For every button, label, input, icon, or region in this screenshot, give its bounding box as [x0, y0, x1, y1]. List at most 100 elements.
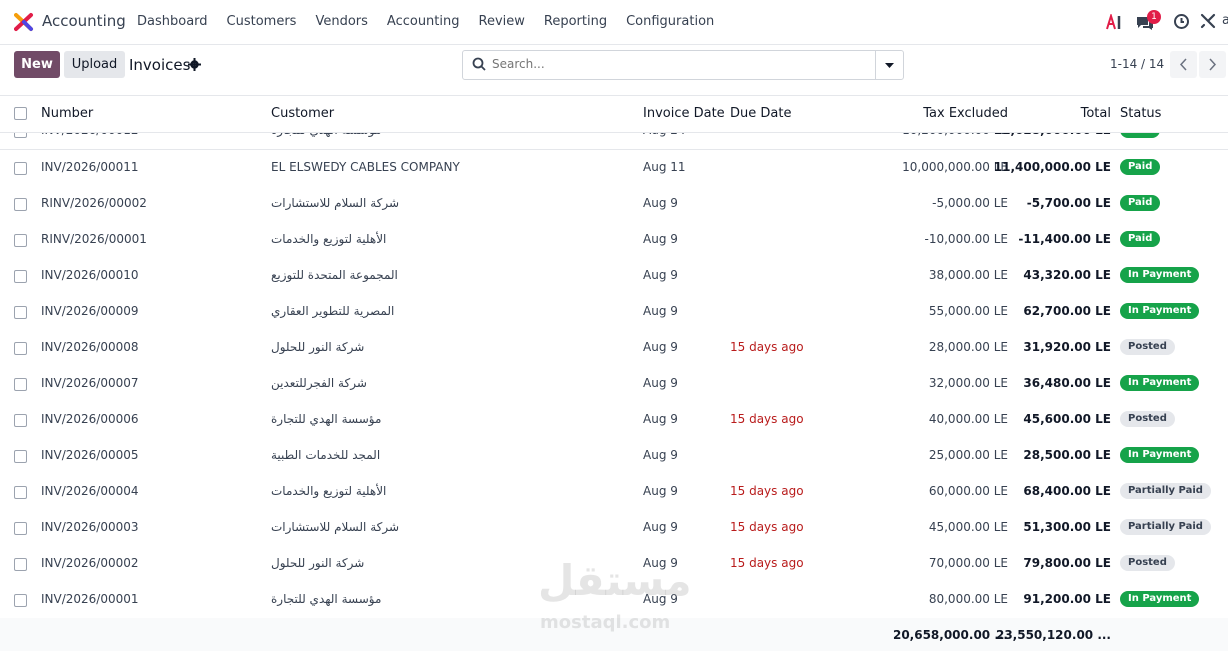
tax-excluded-amount: 10,000,000.00 LE — [902, 160, 1008, 174]
tax-excluded-amount: -5,000.00 LE — [932, 196, 1008, 210]
due-date: 15 days ago — [730, 556, 804, 570]
invoice-date: Aug 9 — [643, 448, 678, 462]
status-badge: In Payment — [1120, 267, 1200, 283]
customer-name: المجموعة المتحدة للتوزيع — [271, 268, 398, 282]
message-count-badge: 1 — [1147, 10, 1161, 24]
column-status[interactable]: Status — [1120, 106, 1161, 121]
invoice-date: Aug 11 — [643, 160, 686, 174]
total-amount: 62,700.00 LE — [1023, 304, 1111, 318]
ai-icon[interactable] — [1106, 14, 1124, 30]
invoice-date: Aug 9 — [643, 196, 678, 210]
invoice-date: Aug 9 — [643, 484, 678, 498]
invoice-number: INV/2026/00011 — [41, 160, 139, 174]
status-badge: Paid — [1120, 159, 1161, 175]
column-total[interactable]: Total — [1081, 106, 1111, 121]
invoice-number: INV/2026/00004 — [41, 484, 139, 498]
total-amount: 28,500.00 LE — [1023, 448, 1111, 462]
table-row[interactable]: INV/2026/00008 شركة النور للحلول Aug 9 15 d… — [0, 330, 1228, 367]
invoice-number: INV/2026/00003 — [41, 520, 139, 534]
pager-next-button[interactable] — [1199, 51, 1226, 78]
row-checkbox[interactable] — [14, 342, 27, 355]
menu-customers[interactable]: Customers — [227, 14, 297, 29]
total-amount: 11,400,000.00 LE — [993, 160, 1111, 174]
tax-excluded-amount: 28,000.00 LE — [928, 340, 1008, 354]
menu-configuration[interactable]: Configuration — [626, 14, 714, 29]
menu-reporting[interactable]: Reporting — [544, 14, 607, 29]
row-checkbox[interactable] — [14, 486, 27, 499]
invoice-number: INV/2026/00001 — [41, 592, 139, 606]
invoice-date: Aug 9 — [643, 268, 678, 282]
invoice-date: Aug 9 — [643, 520, 678, 534]
tax-excluded-amount: 32,000.00 LE — [928, 376, 1008, 390]
total-amount: 43,320.00 LE — [1023, 268, 1111, 282]
pager-previous-button[interactable] — [1170, 51, 1197, 78]
status-badge: Partially Paid — [1120, 519, 1211, 535]
total-amount: -11,400.00 LE — [1018, 232, 1111, 246]
column-invoice-date[interactable]: Invoice Date — [643, 106, 725, 121]
menu-accounting[interactable]: Accounting — [387, 14, 460, 29]
column-due-date[interactable]: Due Date — [730, 106, 791, 121]
table-row[interactable]: INV/2026/00006 مؤسسة الهدي للتجارة Aug 9 15… — [0, 402, 1228, 439]
customer-name: شركة السلام للاستشارات — [271, 196, 400, 210]
activity-clock-icon[interactable] — [1173, 13, 1190, 30]
select-all-checkbox[interactable] — [14, 107, 27, 120]
row-checkbox[interactable] — [14, 162, 27, 175]
search-input[interactable] — [492, 57, 872, 71]
row-checkbox[interactable] — [14, 522, 27, 535]
watermark-url: mostaql.com — [540, 612, 671, 633]
customer-name: EL ELSWEDY CABLES COMPANY — [271, 160, 460, 174]
upload-button[interactable]: Upload — [64, 51, 125, 78]
row-checkbox[interactable] — [14, 306, 27, 319]
row-checkbox[interactable] — [14, 414, 27, 427]
column-customer[interactable]: Customer — [271, 106, 334, 121]
app-name[interactable]: Accounting — [42, 12, 126, 30]
row-checkbox[interactable] — [14, 378, 27, 391]
status-badge: In Payment — [1120, 591, 1200, 607]
debug-tools-icon[interactable] — [1200, 13, 1216, 29]
table-row[interactable]: INV/2026/00009 المصرية للتطوير العقاري Aug… — [0, 294, 1228, 331]
table-row[interactable]: RINV/2026/00002 شركة السلام للاستشارات Aug… — [0, 186, 1228, 223]
customer-name: الأهلية لتوزيع والخدمات — [271, 232, 387, 246]
tax-excluded-amount: 60,000.00 LE — [928, 484, 1008, 498]
menu-review[interactable]: Review — [479, 14, 525, 29]
search-bar[interactable] — [462, 50, 904, 80]
table-row[interactable]: INV/2026/00011 EL ELSWEDY CABLES COMPANY A… — [0, 150, 1228, 187]
table-row[interactable]: INV/2026/00003 شركة السلام للاستشارات Aug … — [0, 510, 1228, 547]
row-checkbox[interactable] — [14, 558, 27, 571]
invoice-date: Aug 9 — [643, 340, 678, 354]
column-tax-excluded[interactable]: Tax Excluded — [923, 106, 1008, 121]
search-options-toggle[interactable] — [875, 51, 903, 79]
column-number[interactable]: Number — [41, 106, 93, 121]
row-checkbox[interactable] — [14, 450, 27, 463]
tax-excluded-amount: -10,000.00 LE — [924, 232, 1008, 246]
company-switcher-icon[interactable]: a — [1222, 13, 1228, 28]
status-badge: In Payment — [1120, 303, 1200, 319]
tax-excluded-amount: 80,000.00 LE — [928, 592, 1008, 606]
customer-name: مؤسسة الهدي للتجارة — [271, 412, 382, 426]
due-date: 15 days ago — [730, 520, 804, 534]
table-row[interactable]: INV/2026/00010 المجموعة المتحدة للتوزيع Au… — [0, 258, 1228, 295]
watermark-logo: مستقل — [538, 556, 692, 605]
row-checkbox[interactable] — [14, 234, 27, 247]
table-row[interactable]: RINV/2026/00001 الأهلية لتوزيع والخدمات Au… — [0, 222, 1228, 259]
row-checkbox[interactable] — [14, 198, 27, 211]
table-row[interactable]: INV/2026/00005 المجد للخدمات الطبية Aug 9 2… — [0, 438, 1228, 475]
pager-value[interactable]: 1-14 / 14 — [1110, 57, 1164, 71]
row-checkbox[interactable] — [14, 270, 27, 283]
row-checkbox[interactable] — [14, 594, 27, 607]
menu-vendors[interactable]: Vendors — [315, 14, 367, 29]
gear-icon[interactable] — [188, 58, 201, 71]
total-amount: -5,700.00 LE — [1026, 196, 1111, 210]
tax-excluded-amount: 55,000.00 LE — [928, 304, 1008, 318]
table-row[interactable]: INV/2026/00004 الأهلية لتوزيع والخدمات Aug… — [0, 474, 1228, 511]
table-row[interactable]: INV/2026/00007 شركة الفجرللتعدين Aug 9 32,0… — [0, 366, 1228, 403]
status-badge: Partially Paid — [1120, 483, 1211, 499]
new-button[interactable]: New — [14, 51, 60, 78]
accounting-app-icon[interactable] — [14, 12, 34, 32]
control-panel: New Upload Invoices 1-14 / 14 — [0, 45, 1228, 95]
invoice-number: INV/2026/00010 — [41, 268, 139, 282]
invoice-number: RINV/2026/00001 — [41, 232, 147, 246]
menu-dashboard[interactable]: Dashboard — [137, 14, 208, 29]
invoice-date: Aug 9 — [643, 376, 678, 390]
customer-name: شركة الفجرللتعدين — [271, 376, 367, 390]
